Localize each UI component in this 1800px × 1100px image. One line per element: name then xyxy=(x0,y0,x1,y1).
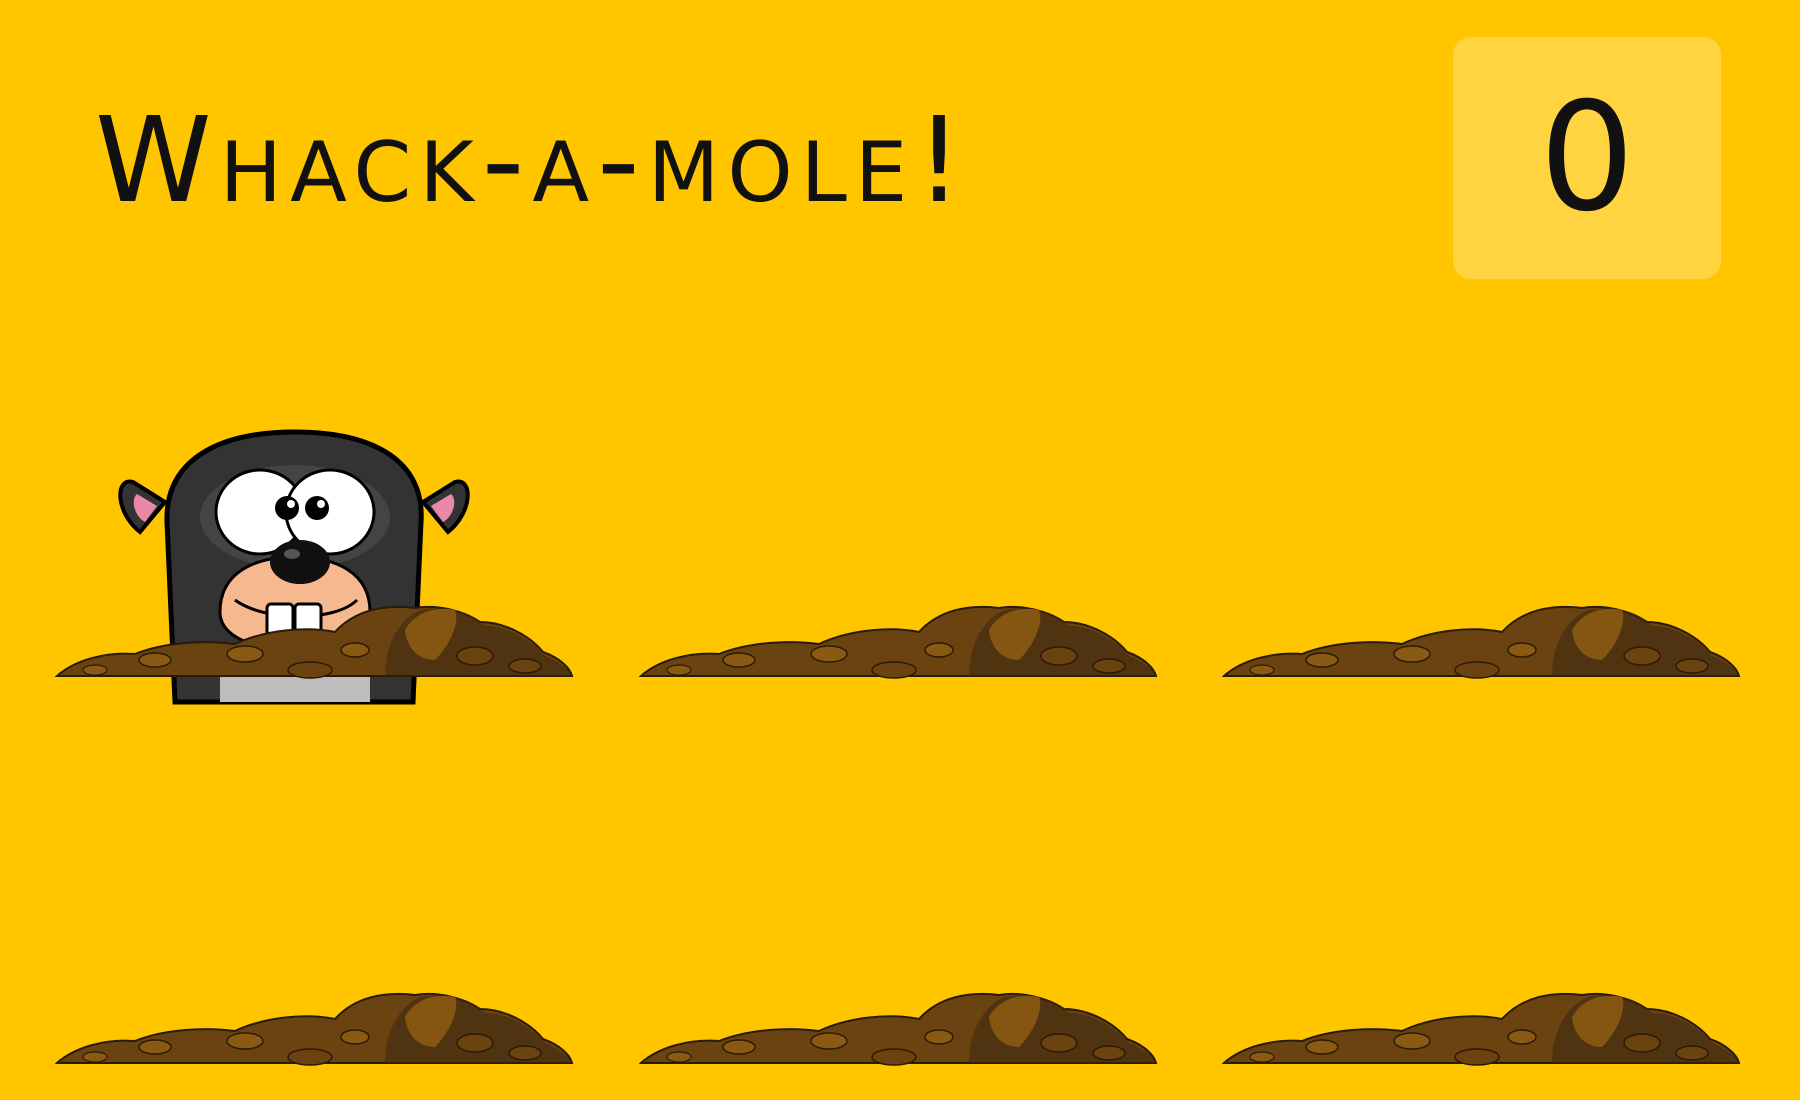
hole-6[interactable] xyxy=(1222,747,1742,1100)
hole-grid xyxy=(0,0,1800,1100)
hole-3[interactable] xyxy=(1222,360,1742,720)
dirt-mound xyxy=(639,605,1158,679)
dirt-mound xyxy=(55,992,574,1066)
hole-5[interactable] xyxy=(639,747,1159,1100)
hole-2[interactable] xyxy=(639,360,1159,720)
dirt-mound xyxy=(1222,605,1741,679)
dirt-mound xyxy=(1222,992,1741,1066)
game-screen: Whack-a-mole! 0 xyxy=(0,0,1800,1100)
hole-1[interactable] xyxy=(55,360,575,720)
dirt-mound xyxy=(639,992,1158,1066)
hole-4[interactable] xyxy=(55,747,575,1100)
